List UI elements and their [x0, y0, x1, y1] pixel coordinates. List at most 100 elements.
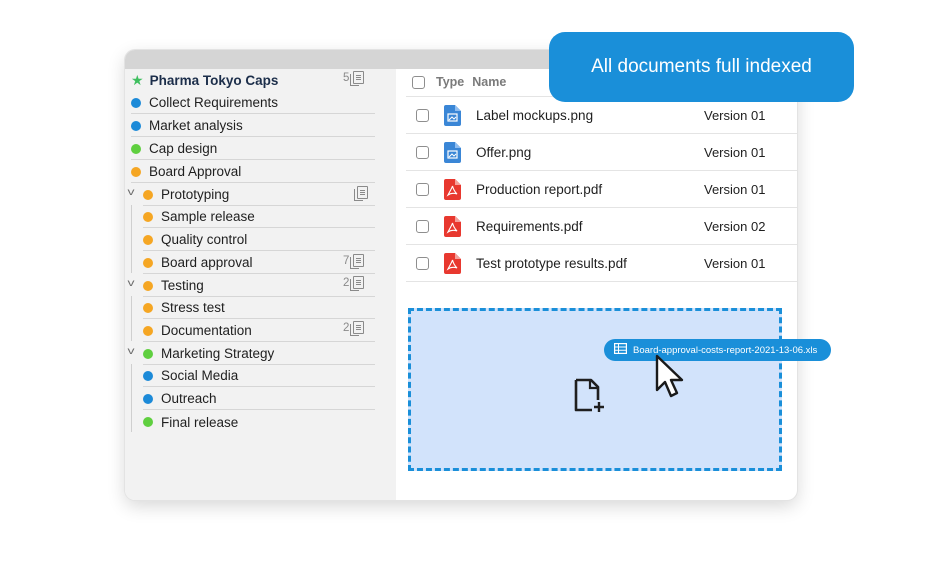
- tree-item-board-approval[interactable]: Board Approval: [131, 161, 375, 183]
- tree-root-count: 5: [343, 71, 365, 86]
- file-version: Version 01: [704, 144, 766, 160]
- file-version: Version 01: [704, 255, 766, 271]
- file-version: Version 02: [704, 218, 766, 234]
- file-row[interactable]: Requirements.pdf Version 02: [406, 208, 797, 245]
- tree-item-label: Cap design: [149, 141, 218, 156]
- tree-item-testing-count: 2: [343, 276, 365, 291]
- spreadsheet-icon: [614, 343, 628, 357]
- indexed-badge: All documents full indexed: [549, 32, 854, 102]
- tree-item-label: Board approval: [161, 255, 253, 270]
- tree-item-label: Outreach: [161, 391, 217, 406]
- tree-root-label: Pharma Tokyo Caps: [149, 72, 279, 88]
- tree-item-cap-design[interactable]: Cap design: [131, 138, 375, 160]
- tree-item-board-approval-sub[interactable]: Board approval: [143, 252, 375, 274]
- tree-item-documentation-count: 2: [343, 321, 365, 336]
- row-checkbox[interactable]: [416, 108, 429, 122]
- tree-item-label: Prototyping: [161, 187, 230, 202]
- documents-icon: [350, 276, 365, 291]
- tree-item-quality-control[interactable]: Quality control: [143, 229, 375, 251]
- tree-item-marketing-strategy[interactable]: Marketing Strategy: [143, 343, 375, 365]
- file-row[interactable]: Production report.pdf Version 01: [406, 171, 797, 208]
- chevron-down-icon[interactable]: v: [123, 346, 140, 357]
- status-dot-icon: [131, 143, 141, 154]
- doc-count-value: 2: [343, 276, 350, 289]
- tree-item-board-approval-count: 7: [343, 254, 365, 269]
- tree-item-label: Sample release: [161, 209, 255, 224]
- row-checkbox[interactable]: [416, 219, 429, 233]
- select-all-checkbox[interactable]: [412, 75, 425, 89]
- tree-item-sample-release[interactable]: Sample release: [143, 206, 375, 228]
- file-version: Version 01: [704, 107, 766, 123]
- row-checkbox[interactable]: [416, 182, 429, 196]
- file-name: Label mockups.png: [476, 107, 594, 123]
- tree-item-label: Final release: [161, 414, 239, 430]
- file-row[interactable]: Test prototype results.pdf Version 01: [406, 245, 797, 282]
- status-dot-icon: [143, 348, 153, 359]
- tree-root-item[interactable]: ★ Pharma Tokyo Caps: [131, 69, 371, 91]
- pdf-file-icon: [444, 178, 461, 200]
- tree-guide-testing: [131, 296, 132, 341]
- tree-item-testing[interactable]: Testing: [143, 275, 375, 297]
- column-header-type[interactable]: Type: [436, 75, 464, 89]
- indexed-badge-text: All documents full indexed: [591, 56, 812, 77]
- status-dot-icon: [131, 97, 141, 108]
- tree-item-label: Stress test: [161, 300, 225, 315]
- tree-item-prototyping[interactable]: Prototyping: [143, 184, 375, 206]
- status-dot-icon: [131, 166, 141, 177]
- tree-item-label: Collect Requirements: [149, 95, 279, 110]
- tree-item-collect-requirements[interactable]: Collect Requirements: [131, 92, 375, 114]
- documents-icon: [350, 321, 365, 336]
- tree-item-label: Quality control: [161, 232, 248, 247]
- status-dot-icon: [143, 370, 153, 381]
- tree-item-market-analysis[interactable]: Market analysis: [131, 115, 375, 137]
- tree-item-label: Testing: [161, 278, 204, 293]
- tree-item-label: Marketing Strategy: [161, 346, 275, 361]
- column-header-name[interactable]: Name: [472, 75, 506, 89]
- status-dot-icon: [143, 234, 153, 245]
- tree-item-prototyping-docs: [353, 186, 368, 201]
- tree-item-documentation[interactable]: Documentation: [143, 320, 375, 342]
- dragged-file-chip[interactable]: Board-approval-costs-report-2021-13-06.x…: [604, 339, 831, 361]
- tree-item-outreach[interactable]: Outreach: [143, 388, 375, 410]
- status-dot-icon: [143, 257, 153, 268]
- tree-item-stress-test[interactable]: Stress test: [143, 297, 375, 319]
- file-row[interactable]: Label mockups.png Version 01: [406, 97, 797, 134]
- file-name: Requirements.pdf: [476, 218, 583, 234]
- status-dot-icon: [143, 393, 153, 404]
- tree-item-social-media[interactable]: Social Media: [143, 365, 375, 387]
- status-dot-icon: [143, 211, 153, 222]
- add-file-icon: [573, 378, 609, 419]
- documents-icon: [350, 254, 365, 269]
- file-list-header: Type Name: [412, 71, 506, 93]
- file-name: Test prototype results.pdf: [476, 255, 627, 271]
- pdf-file-icon: [444, 215, 461, 237]
- chevron-down-icon[interactable]: v: [123, 278, 140, 289]
- status-dot-icon: [131, 120, 141, 131]
- documents-icon: [354, 186, 368, 201]
- tree-guide-prototyping: [131, 205, 132, 273]
- image-file-icon: [444, 104, 461, 126]
- tree-item-label: Board Approval: [149, 164, 242, 179]
- file-name: Offer.png: [476, 144, 532, 160]
- tree-item-final-release[interactable]: Final release: [143, 411, 375, 433]
- tree-item-label: Market analysis: [149, 118, 243, 133]
- tree-item-label: Documentation: [161, 323, 252, 338]
- row-checkbox[interactable]: [416, 256, 429, 270]
- file-version: Version 01: [704, 181, 766, 197]
- status-dot-icon: [143, 325, 153, 336]
- tree-item-label: Social Media: [161, 368, 239, 383]
- file-name: Production report.pdf: [476, 181, 603, 197]
- file-row[interactable]: Offer.png Version 01: [406, 134, 797, 171]
- doc-count-value: 7: [343, 254, 350, 267]
- tree-root-count-value: 5: [343, 71, 350, 84]
- image-file-icon: [444, 141, 461, 163]
- tree-guide-marketing: [131, 364, 132, 432]
- pdf-file-icon: [444, 252, 461, 274]
- chevron-down-icon[interactable]: v: [123, 187, 140, 198]
- status-dot-icon: [143, 189, 153, 200]
- doc-count-value: 2: [343, 321, 350, 334]
- documents-icon: [350, 71, 365, 86]
- status-dot-icon: [143, 417, 153, 427]
- row-checkbox[interactable]: [416, 145, 429, 159]
- status-dot-icon: [143, 302, 153, 313]
